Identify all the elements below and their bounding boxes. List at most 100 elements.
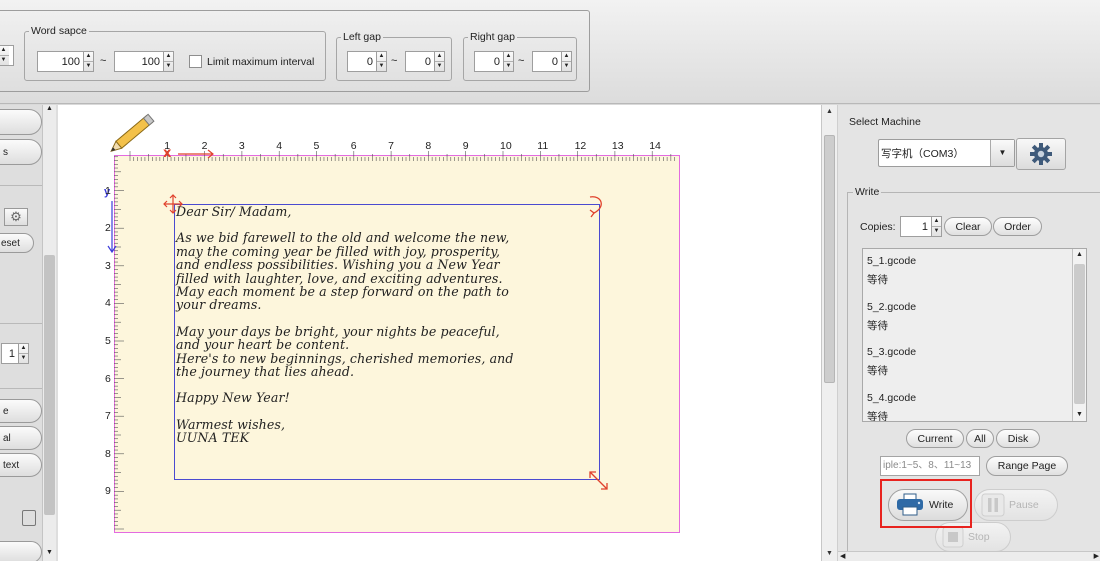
ruler-label: 3 xyxy=(239,140,245,152)
spin-down-icon[interactable]: ▼ xyxy=(164,61,173,71)
left-gap-legend: Left gap xyxy=(343,31,381,43)
scroll-up-icon[interactable]: ▲ xyxy=(1073,249,1086,261)
letter-line: the journey that lies ahead. xyxy=(176,364,355,380)
scroll-left-icon[interactable]: ◀ xyxy=(840,552,845,560)
file-list[interactable]: 5_1.gcode 等待 5_2.gcode 等待 5_3.gcode 等待 5_4.gco… xyxy=(862,248,1087,422)
spin-up-icon[interactable]: ▲ xyxy=(164,52,173,61)
drawing-canvas[interactable]: 1 2 3 4 5 6 7 8 9 10 11 12 13 14 x y Dear Sir/ Madam,… xyxy=(58,105,821,561)
word-space-max-input[interactable]: 100 ▲ ▼ xyxy=(114,51,174,72)
spin-down-icon[interactable]: ▼ xyxy=(0,55,9,65)
spin-up-icon[interactable]: ▲ xyxy=(84,52,93,61)
spin-up-icon[interactable]: ▲ xyxy=(377,52,386,61)
spin-up-icon[interactable]: ▲ xyxy=(932,217,941,226)
divider xyxy=(0,388,42,389)
left-button-text[interactable]: text xyxy=(0,453,42,477)
machine-select[interactable]: 写字机（COM3） ▼ xyxy=(878,139,1015,167)
resize-handle-icon[interactable] xyxy=(588,470,610,492)
spin-down-icon[interactable]: ▼ xyxy=(932,226,941,236)
page-range-input[interactable]: iple:1~5、8、11~13 xyxy=(880,456,980,476)
scroll-down-icon[interactable]: ▼ xyxy=(822,547,837,561)
left-cutoff-spinner[interactable]: ▲ ▼ xyxy=(0,45,14,66)
clear-button[interactable]: Clear xyxy=(944,217,992,236)
canvas-scrollbar[interactable]: ▲ ▼ xyxy=(821,105,837,561)
left-gap-max-input[interactable]: 0 ▲ ▼ xyxy=(405,51,445,72)
scroll-thumb[interactable] xyxy=(824,135,835,383)
file-name: 5_2.gcode xyxy=(867,300,917,313)
x-origin-marker: x xyxy=(163,146,172,161)
limit-max-interval-label: Limit maximum interval xyxy=(207,56,315,68)
all-button[interactable]: All xyxy=(966,429,994,448)
range-page-button[interactable]: Range Page xyxy=(986,456,1068,476)
left-button-al[interactable]: al xyxy=(0,426,42,450)
left-tool-panel: s ⚙ eset 1 ▲ ▼ e al text ▲ ▼ xyxy=(0,105,58,561)
spin-down-icon[interactable]: ▼ xyxy=(435,61,444,71)
scroll-down-icon[interactable]: ▼ xyxy=(1073,409,1086,421)
file-list-item[interactable]: 5_1.gcode 等待 xyxy=(863,249,1086,295)
right-gap-min-input[interactable]: 0 ▲ ▼ xyxy=(474,51,514,72)
scroll-down-icon[interactable]: ▼ xyxy=(43,549,56,561)
left-gear-button[interactable]: ⚙ xyxy=(4,208,28,226)
file-list-scrollbar[interactable]: ▲ ▼ xyxy=(1072,249,1086,421)
file-list-item[interactable]: 5_4.gcode 等待 xyxy=(863,386,1086,422)
disk-button[interactable]: Disk xyxy=(996,429,1040,448)
file-list-item[interactable]: 5_2.gcode 等待 xyxy=(863,295,1086,341)
copies-input[interactable]: 1 ▲ ▼ xyxy=(900,216,942,237)
save-icon[interactable] xyxy=(22,510,36,526)
left-button-2[interactable]: s xyxy=(0,139,42,165)
spin-down-icon[interactable]: ▼ xyxy=(504,61,513,71)
left-button-bottom[interactable] xyxy=(0,541,42,561)
ruler-label: 1 xyxy=(105,184,111,197)
scroll-up-icon[interactable]: ▲ xyxy=(43,105,56,117)
spin-down-icon[interactable]: ▼ xyxy=(84,61,93,71)
ruler-label: 5 xyxy=(105,335,111,347)
scroll-thumb[interactable] xyxy=(44,255,55,515)
file-name: 5_1.gcode xyxy=(867,255,917,267)
right-gap-separator: ~ xyxy=(518,55,525,67)
reset-button[interactable]: eset xyxy=(0,233,34,253)
divider xyxy=(0,185,42,186)
ruler-label: 7 xyxy=(105,410,111,423)
spin-up-icon[interactable]: ▲ xyxy=(504,52,513,61)
spin-down-icon[interactable]: ▼ xyxy=(562,61,571,71)
left-spinner[interactable]: 1 ▲ ▼ xyxy=(1,343,29,364)
file-status: 等待 xyxy=(867,319,888,332)
ruler-label: 7 xyxy=(388,140,394,152)
ruler-label: 6 xyxy=(351,140,357,152)
left-panel-scrollbar[interactable]: ▲ ▼ xyxy=(42,105,56,561)
ruler-label: 10 xyxy=(500,140,512,152)
limit-max-interval-checkbox[interactable] xyxy=(189,55,202,68)
left-gap-min-input[interactable]: 0 ▲ ▼ xyxy=(347,51,387,72)
word-space-separator: ~ xyxy=(100,55,107,67)
scroll-up-icon[interactable]: ▲ xyxy=(822,105,837,119)
left-button-1[interactable] xyxy=(0,109,42,135)
spin-up-icon[interactable]: ▲ xyxy=(562,52,571,61)
chevron-down-icon[interactable]: ▼ xyxy=(990,140,1014,166)
scroll-right-icon[interactable]: ▶ xyxy=(1094,552,1099,560)
letter-line: Dear Sir/ Madam, xyxy=(176,204,292,219)
right-gap-max-input[interactable]: 0 ▲ ▼ xyxy=(532,51,572,72)
select-machine-label: Select Machine xyxy=(849,116,921,128)
letter-line: May your days be bright, your nights be … xyxy=(176,323,500,339)
spin-up-icon[interactable]: ▲ xyxy=(435,52,444,61)
order-button[interactable]: Order xyxy=(993,217,1042,236)
ruler-label: 5 xyxy=(314,140,320,152)
current-button[interactable]: Current xyxy=(906,429,964,448)
left-button-e[interactable]: e xyxy=(0,399,42,423)
ruler-label: 9 xyxy=(463,140,469,152)
pause-button[interactable]: Pause xyxy=(974,489,1058,521)
spin-up-icon[interactable]: ▲ xyxy=(0,46,9,55)
right-panel-hscroll[interactable]: ◀ ▶ xyxy=(838,551,1100,561)
letter-line: and endless possibilities. Wishing you a… xyxy=(176,257,500,273)
spin-down-icon[interactable]: ▼ xyxy=(377,61,386,71)
ruler-label: 4 xyxy=(105,297,111,310)
spin-down-icon[interactable]: ▼ xyxy=(19,353,28,363)
spin-up-icon[interactable]: ▲ xyxy=(19,344,28,353)
stop-icon xyxy=(942,526,964,548)
file-list-item[interactable]: 5_3.gcode 等待 xyxy=(863,340,1086,386)
word-space-legend: Word sapce xyxy=(31,25,87,37)
scroll-thumb[interactable] xyxy=(1074,264,1085,404)
settings-group-frame: ▲ ▼ Word sapce 100 ▲ ▼ ~ 100 ▲ ▼ Limit maxi… xyxy=(0,10,590,92)
word-space-min-input[interactable]: 100 ▲ ▼ xyxy=(37,51,94,72)
machine-settings-button[interactable] xyxy=(1016,138,1066,170)
